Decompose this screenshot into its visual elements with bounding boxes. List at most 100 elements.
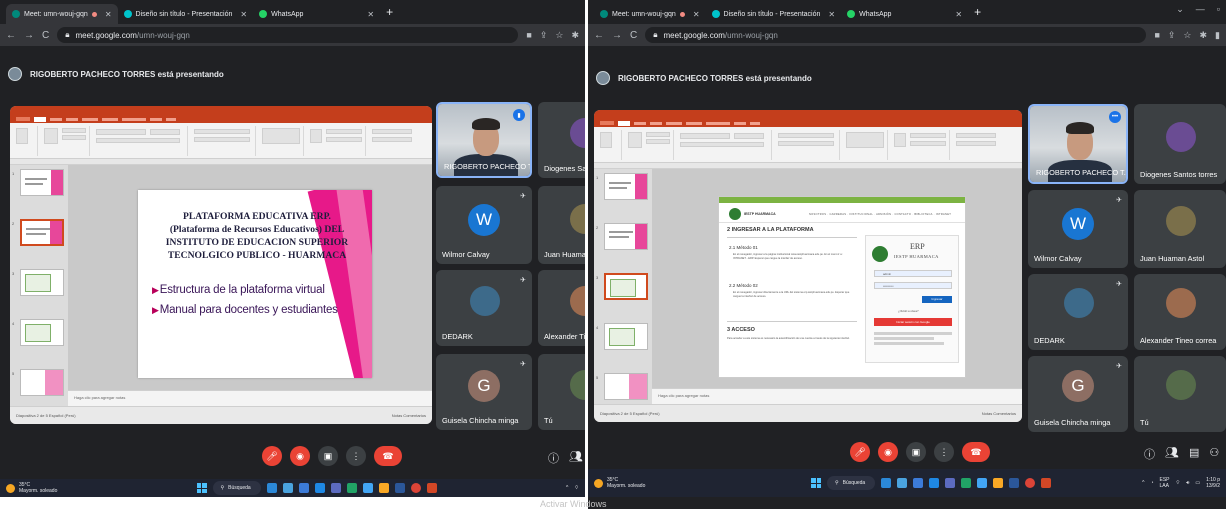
app-icon[interactable]	[977, 478, 987, 488]
tab-whatsapp[interactable]: WhatsApp ✕	[253, 4, 380, 24]
folder-icon[interactable]	[993, 478, 1003, 488]
tab-whatsapp[interactable]: WhatsApp ✕	[841, 4, 968, 24]
participant-tile-presenter[interactable]: ▮ RIGOBERTO PACHECO T...	[436, 102, 532, 178]
more-options-button[interactable]: ⋮	[346, 446, 366, 466]
people-icon[interactable]: 👥︎	[569, 450, 583, 466]
new-tab-button[interactable]: +	[386, 5, 393, 19]
participant-tile[interactable]: ✈︎ DEDARK	[1028, 274, 1128, 350]
participant-tile[interactable]: Alexander Tineo correa	[1134, 274, 1226, 350]
tray-up-icon[interactable]: ^	[566, 485, 568, 491]
excel-icon[interactable]	[346, 483, 357, 493]
bookmark-star-icon[interactable]: ☆	[555, 30, 563, 41]
slide-thumbnail[interactable]	[604, 223, 648, 250]
powerpoint-icon[interactable]	[1041, 478, 1051, 488]
weather-widget[interactable]: 35°C Mayorm. soleado	[6, 482, 57, 494]
participant-tile[interactable]: ✈︎ W Wilmor Calvay	[1028, 190, 1128, 268]
app-icon[interactable]	[881, 478, 891, 488]
camera-indicator-icon[interactable]: ■	[1154, 30, 1159, 41]
address-bar[interactable]: 🔒︎ meet.google.com/umn-wouj-gqn	[645, 27, 1147, 43]
reload-icon[interactable]: C	[630, 30, 637, 41]
participant-tile-self[interactable]: Tú	[538, 354, 585, 430]
word-icon[interactable]	[394, 483, 405, 493]
volume-icon[interactable]: 🔊︎	[1186, 480, 1189, 486]
excel-icon[interactable]	[961, 478, 971, 488]
tray-up-icon[interactable]: ^	[1142, 480, 1144, 486]
chrome-icon[interactable]	[410, 483, 421, 493]
tab-presentation[interactable]: Diseño sin título - Presentación ✕	[118, 4, 254, 24]
forward-icon[interactable]: →	[24, 30, 34, 41]
back-icon[interactable]: ←	[594, 30, 604, 41]
chevron-down-icon[interactable]: ⌄	[1176, 4, 1184, 15]
slide-thumbnail[interactable]	[20, 319, 64, 346]
participant-tile-self[interactable]: Tú	[1134, 356, 1226, 432]
share-icon[interactable]: ⇪	[540, 30, 548, 41]
close-tab-icon[interactable]: ✕	[828, 10, 835, 19]
share-icon[interactable]: ⇪	[1168, 30, 1176, 41]
forward-icon[interactable]: →	[612, 30, 622, 41]
slide-thumbnail[interactable]	[20, 169, 64, 196]
info-icon[interactable]: ⓘ	[1144, 446, 1155, 462]
weather-widget[interactable]: 35°C Mayorm. soleado	[594, 477, 645, 489]
slide-thumbnail-selected[interactable]	[20, 219, 64, 246]
app-icon[interactable]	[929, 478, 939, 488]
app-icon[interactable]	[330, 483, 341, 493]
network-icon[interactable]: ◔	[1150, 480, 1153, 486]
participant-tile[interactable]: Juan Huaman	[538, 186, 585, 264]
extensions-icon[interactable]: ✱	[1200, 30, 1208, 41]
windows-start-icon[interactable]	[811, 478, 821, 488]
app-icon[interactable]	[314, 483, 325, 493]
more-options-button[interactable]: ⋮	[934, 442, 954, 462]
app-icon[interactable]	[266, 483, 277, 493]
app-icon[interactable]	[282, 483, 293, 493]
wifi-icon[interactable]: ⌔	[1176, 480, 1181, 486]
participant-tile[interactable]: ✈︎ G Guisela Chincha minga	[436, 354, 532, 430]
participant-tile-presenter[interactable]: ••• RIGOBERTO PACHECO T...	[1028, 104, 1128, 184]
slide-thumbnail[interactable]	[20, 269, 64, 296]
tab-presentation[interactable]: Diseño sin título - Presentación ✕	[706, 4, 842, 24]
slide-thumbnail[interactable]	[604, 323, 648, 350]
chrome-icon[interactable]	[1025, 478, 1035, 488]
reload-icon[interactable]: C	[42, 30, 49, 41]
slide-thumbnail[interactable]	[604, 173, 648, 200]
chat-icon[interactable]: ▤	[1189, 446, 1199, 462]
close-tab-icon[interactable]: ✕	[240, 10, 247, 19]
taskbar-search[interactable]: ⚲ Búsqueda	[212, 481, 261, 495]
participant-tile[interactable]: Diogenes Sant	[538, 102, 585, 178]
close-tab-icon[interactable]: ✕	[105, 10, 112, 19]
mic-toggle-button[interactable]: 🎤︎	[850, 442, 870, 462]
activities-icon[interactable]: ⚇	[1209, 446, 1219, 462]
slide-thumbnail[interactable]	[604, 373, 648, 400]
wifi-icon[interactable]: ⌔	[574, 485, 579, 491]
mic-toggle-button[interactable]: 🎤︎	[262, 446, 282, 466]
participant-tile[interactable]: Diogenes Santos torres	[1134, 104, 1226, 184]
powerpoint-icon[interactable]	[426, 483, 437, 493]
participant-tile[interactable]: Alexander Tin	[538, 270, 585, 346]
camera-indicator-icon[interactable]: ■	[526, 30, 531, 41]
back-icon[interactable]: ←	[6, 30, 16, 41]
app-icon[interactable]	[897, 478, 907, 488]
close-tab-icon[interactable]: ✕	[955, 10, 962, 19]
present-button[interactable]: ▣	[906, 442, 926, 462]
slide-thumbnail-selected[interactable]	[604, 273, 648, 300]
participant-tile[interactable]: ✈︎ DEDARK	[436, 270, 532, 346]
participant-tile[interactable]: ✈︎ G Guisela Chincha minga	[1028, 356, 1128, 432]
participant-tile[interactable]: Juan Huaman Astol	[1134, 190, 1226, 268]
close-tab-icon[interactable]: ✕	[367, 10, 374, 19]
profile-icon[interactable]: ▮	[1215, 30, 1220, 41]
extensions-icon[interactable]: ✱	[571, 30, 579, 41]
people-icon[interactable]: 👥︎	[1165, 446, 1179, 462]
tab-meet[interactable]: Meet: umn-wouj-gqn ✕	[594, 4, 706, 24]
app-icon[interactable]	[298, 483, 309, 493]
leave-call-button[interactable]: ☎	[962, 442, 990, 462]
present-button[interactable]: ▣	[318, 446, 338, 466]
word-icon[interactable]	[1009, 478, 1019, 488]
folder-icon[interactable]	[378, 483, 389, 493]
new-tab-button[interactable]: +	[974, 5, 981, 19]
info-icon[interactable]: ⓘ	[548, 450, 559, 466]
notes-pane[interactable]: Haga clic para agregar notas	[68, 390, 432, 406]
windows-start-icon[interactable]	[196, 483, 207, 493]
tab-meet[interactable]: Meet: umn-wouj-gqn ✕	[6, 4, 118, 24]
taskbar-search[interactable]: ⚲ Búsqueda	[827, 476, 875, 490]
leave-call-button[interactable]: ☎	[374, 446, 402, 466]
maximize-icon[interactable]: ▫	[1217, 4, 1220, 15]
